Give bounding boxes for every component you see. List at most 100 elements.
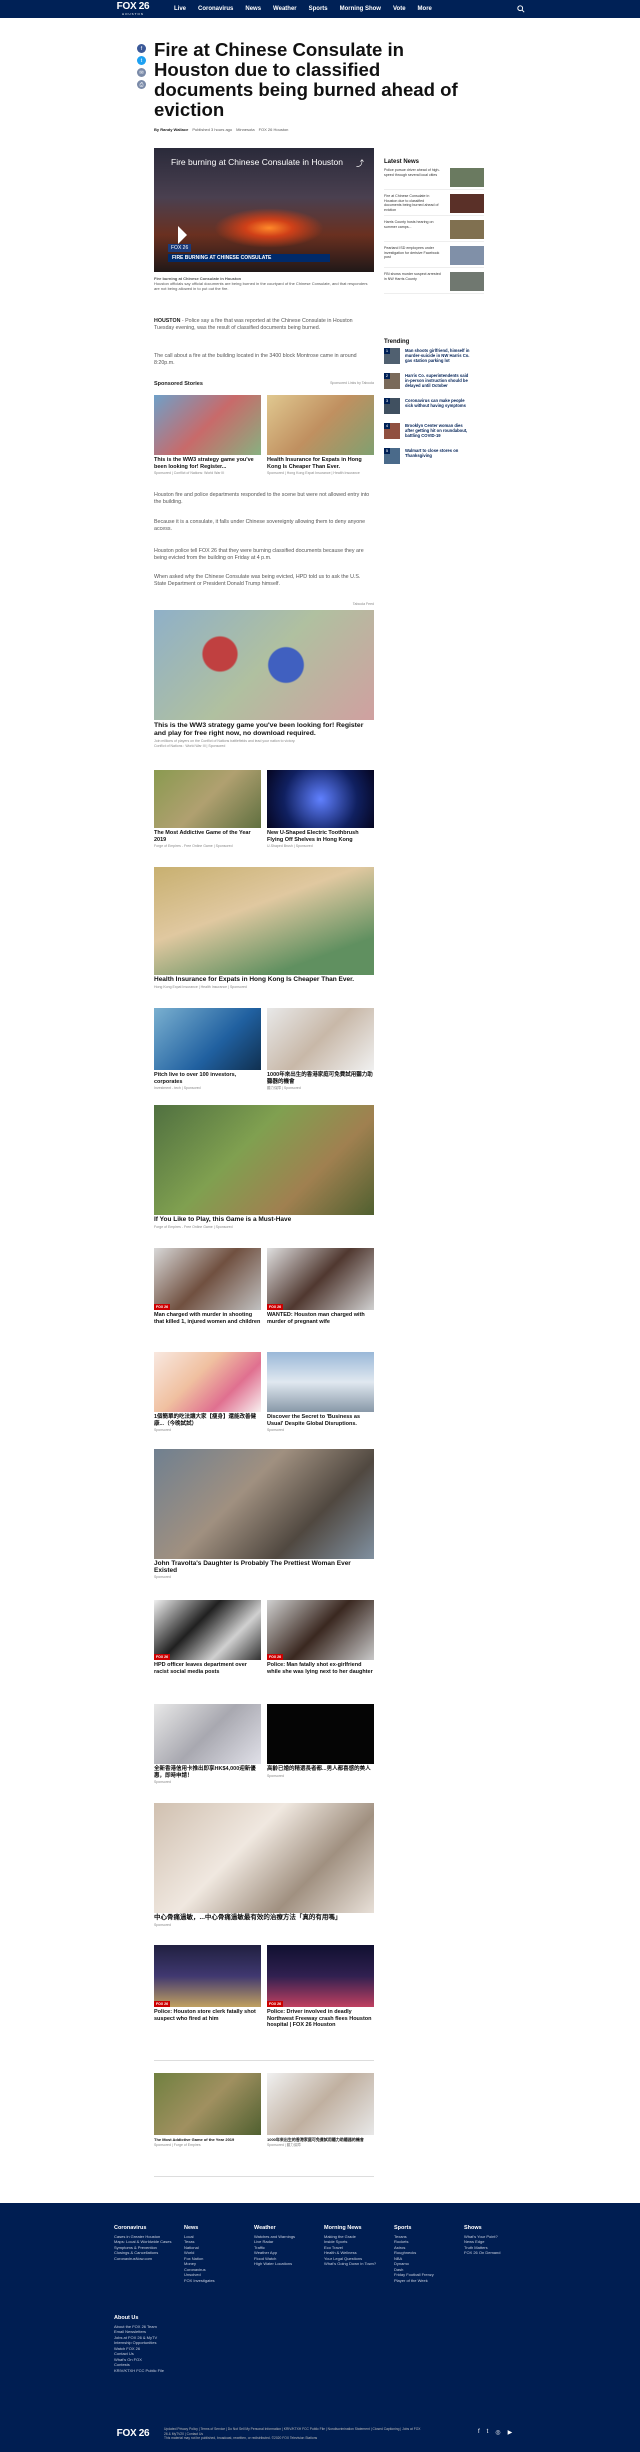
latest-news-thumb bbox=[450, 168, 484, 187]
feed-card-4-image bbox=[154, 867, 374, 975]
latest-news-item[interactable]: Police pursue driver ahead of high-speed… bbox=[384, 168, 484, 190]
latest-news-item[interactable]: Harris County hosts hearing on summer ca… bbox=[384, 220, 484, 242]
trending-thumb: 5 bbox=[384, 448, 400, 464]
trending-text: Harris Co. superintendents said in-perso… bbox=[405, 373, 469, 388]
twitter-icon[interactable]: t bbox=[487, 2429, 489, 2436]
feed-card-6-image bbox=[267, 1008, 374, 1070]
footer-heading[interactable]: Weather bbox=[254, 2225, 295, 2232]
trending-item[interactable]: 3 Coronavirus can make people sick withou… bbox=[384, 398, 484, 418]
nav-item-morning-show[interactable]: Morning Show bbox=[334, 6, 387, 12]
footer-link[interactable]: CoronavirusNow.com bbox=[114, 2256, 172, 2262]
footer-link[interactable]: High Water Locations bbox=[254, 2261, 295, 2267]
nav-item-news[interactable]: News bbox=[239, 6, 267, 12]
sponsored-card-1[interactable]: This is the WW3 strategy game you've bee… bbox=[154, 395, 261, 487]
feed-card-19-title: Police: Driver involved in deadly Northw… bbox=[267, 2009, 372, 2028]
feed-card-17[interactable]: 中心骨痛過敏，...中心骨痛過敏最有效的治療方法「真的有用嗎」 Sponsore… bbox=[154, 1803, 374, 1933]
print-share-icon[interactable]: ⎙ bbox=[137, 80, 146, 89]
facebook-icon[interactable]: f bbox=[478, 2429, 480, 2436]
trending-text: Walmart to close stores on Thanksgiving bbox=[405, 448, 459, 458]
email-share-icon[interactable]: ✉ bbox=[137, 68, 146, 77]
feed-card-7[interactable]: If You Like to Play, this Game is a Must… bbox=[154, 1105, 374, 1235]
footer-heading[interactable]: Sports bbox=[394, 2225, 434, 2232]
byline-author[interactable]: By Randy Wallace bbox=[154, 127, 188, 132]
feed-card-9-title: WANTED: Houston man charged with murder … bbox=[267, 1312, 365, 1325]
feed-card-21[interactable]: 1000年來出生的香港家庭可免費試用聽力助聽器的機會 Sponsored | 聽… bbox=[267, 2073, 374, 2163]
feed-card-20[interactable]: The Most Addictive Game of the Year 2019… bbox=[154, 2073, 261, 2163]
fox26-logo[interactable]: FOX 26 HOUSTON bbox=[114, 2, 152, 17]
feed-card-10[interactable]: 1個簡單的吃法讓大家【瘦身】還能改善健康...（今晚試試） Sponsored bbox=[154, 1352, 261, 1437]
latest-news-item[interactable]: Fire at Chinese Consulate in Houston due… bbox=[384, 194, 484, 216]
feed-card-16[interactable]: 高齡已婚的精選長者都...男人都喜感的美人 Sponsored bbox=[267, 1704, 374, 1789]
youtube-icon[interactable]: ▶ bbox=[508, 2429, 513, 2436]
feed-card-17-image bbox=[154, 1803, 374, 1913]
footer-link[interactable]: Friday Football Frenzy bbox=[394, 2272, 434, 2278]
feed-card-18-title: Police: Houston store clerk fatally shot… bbox=[154, 2009, 256, 2022]
footer-link[interactable]: KRIV/KTXH FCC Public File bbox=[114, 2368, 164, 2374]
footer-heading[interactable]: Shows bbox=[464, 2225, 500, 2232]
footer-heading[interactable]: News bbox=[184, 2225, 215, 2232]
latest-news-thumb bbox=[450, 194, 484, 213]
trending-item[interactable]: 4 Brooklyn Center woman dies after gettin… bbox=[384, 423, 484, 443]
fox26-badge: FOX 26 bbox=[267, 1304, 284, 1310]
trending-item[interactable]: 1 Man shoots girlfriend, himself in murde… bbox=[384, 348, 484, 368]
trending-item[interactable]: 2 Harris Co. superintendents said in-pers… bbox=[384, 373, 484, 393]
feed-card-18[interactable]: FOX 26 Police: Houston store clerk fatal… bbox=[154, 1945, 261, 2035]
feed-card-ww3-source: Conflict of Nations : World War III | Sp… bbox=[154, 744, 226, 748]
feed-card-21-source: Sponsored | 聽力保障 bbox=[267, 2143, 301, 2147]
paragraph-6: When asked why the Chinese Consulate was… bbox=[154, 574, 361, 587]
feed-card-19[interactable]: FOX 26 Police: Driver involved in deadly… bbox=[267, 1945, 374, 2035]
feed-card-2-title: The Most Addictive Game of the Year 2019 bbox=[154, 830, 251, 843]
search-icon[interactable] bbox=[517, 5, 525, 13]
sponsored-card-1-title: This is the WW3 strategy game you've bee… bbox=[154, 457, 254, 470]
nav-item-coronavirus[interactable]: Coronavirus bbox=[192, 6, 239, 12]
byline: By Randy Wallace Published 3 hours ago M… bbox=[154, 127, 374, 132]
feed-card-4[interactable]: Health Insurance for Expats in Hong Kong… bbox=[154, 867, 374, 995]
nav-item-vote[interactable]: Vote bbox=[387, 6, 412, 12]
footer-link[interactable]: FOX Investigates bbox=[184, 2278, 215, 2284]
footer-col-coronavirus: Coronavirus Cases in Greater Houston Map… bbox=[114, 2225, 172, 2262]
feed-card-2[interactable]: The Most Addictive Game of the Year 2019… bbox=[154, 770, 261, 852]
footer-link[interactable]: Maps: Local & Worldwide Cases bbox=[114, 2239, 172, 2245]
trending-text: Brooklyn Center woman dies after getting… bbox=[405, 423, 468, 438]
feed-card-3[interactable]: New U-Shaped Electric Toothbrush Flying … bbox=[267, 770, 374, 852]
video-lower-third: FIRE BURNING AT CHINESE CONSULATE bbox=[168, 254, 330, 262]
feed-card-15[interactable]: 全新香港信用卡推出即享HK$4,000迎新優惠，即時申請！ Sponsored bbox=[154, 1704, 261, 1789]
nav-item-sports[interactable]: Sports bbox=[303, 6, 334, 12]
feed-card-14[interactable]: FOX 26 Police: Man fatally shot ex-girlf… bbox=[267, 1600, 374, 1685]
paragraph-1: HOUSTON - Police say a fire that was rep… bbox=[154, 318, 374, 332]
video-player[interactable]: Fire burning at Chinese Consulate in Hou… bbox=[154, 148, 374, 272]
trending-item[interactable]: 5 Walmart to close stores on Thanksgiving bbox=[384, 448, 484, 468]
footer-logo[interactable]: FOX 26 bbox=[114, 2427, 152, 2441]
feed-card-11-source: Sponsored bbox=[267, 1428, 284, 1432]
nav-item-weather[interactable]: Weather bbox=[267, 6, 303, 12]
feed-card-15-source: Sponsored bbox=[154, 1780, 171, 1784]
feed-card-11[interactable]: Discover the Secret to 'Business as Usua… bbox=[267, 1352, 374, 1437]
feed-card-8[interactable]: FOX 26 Man charged with murder in shooti… bbox=[154, 1248, 261, 1343]
facebook-share-icon[interactable]: f bbox=[137, 44, 146, 53]
nav-item-more[interactable]: More bbox=[412, 6, 438, 12]
footer-link[interactable]: FOX 26 On Demand bbox=[464, 2250, 500, 2256]
feed-card-6[interactable]: 1000年來出生的香港家庭可免費試用聽力助聽器的機會 聽力保障 | Sponso… bbox=[267, 1008, 374, 1092]
feed-card-ww3[interactable]: This is the WW3 strategy game you've bee… bbox=[154, 610, 374, 760]
taboola-attribution[interactable]: Sponsored Links by Taboola bbox=[330, 381, 374, 385]
latest-news-item[interactable]: FBI shows murder suspect arrested in NW … bbox=[384, 272, 484, 294]
feed-card-12[interactable]: John Travolta's Daughter Is Probably The… bbox=[154, 1449, 374, 1584]
feed-card-13[interactable]: FOX 26 HPD officer leaves department ove… bbox=[154, 1600, 261, 1685]
byline-section[interactable]: Minnesota bbox=[236, 127, 254, 132]
latest-news-item[interactable]: Pearland ISD employees under investigati… bbox=[384, 246, 484, 268]
sponsored-card-2[interactable]: Health Insurance for Expats in Hong Kong… bbox=[267, 395, 374, 487]
taboola-feed-label[interactable]: Taboola Feed bbox=[154, 602, 374, 606]
feed-card-5[interactable]: Pitch live to over 100 investors, corpor… bbox=[154, 1008, 261, 1092]
video-share-icon[interactable]: ⤴ bbox=[356, 158, 364, 169]
instagram-icon[interactable]: ◎ bbox=[495, 2429, 500, 2436]
footer-heading[interactable]: About Us bbox=[114, 2315, 164, 2322]
footer-legal-links[interactable]: Updated Privacy Policy | Terms of Servic… bbox=[164, 2427, 424, 2436]
footer-heading[interactable]: Coronavirus bbox=[114, 2225, 172, 2232]
feed-card-9[interactable]: FOX 26 WANTED: Houston man charged with … bbox=[267, 1248, 374, 1343]
play-icon[interactable] bbox=[178, 226, 187, 244]
footer-link[interactable]: What's Going Down in Town? bbox=[324, 2261, 376, 2267]
twitter-share-icon[interactable]: t bbox=[137, 56, 146, 65]
footer-link[interactable]: Player of the Week bbox=[394, 2278, 434, 2284]
nav-item-live[interactable]: Live bbox=[168, 6, 192, 12]
footer-heading[interactable]: Morning News bbox=[324, 2225, 376, 2232]
